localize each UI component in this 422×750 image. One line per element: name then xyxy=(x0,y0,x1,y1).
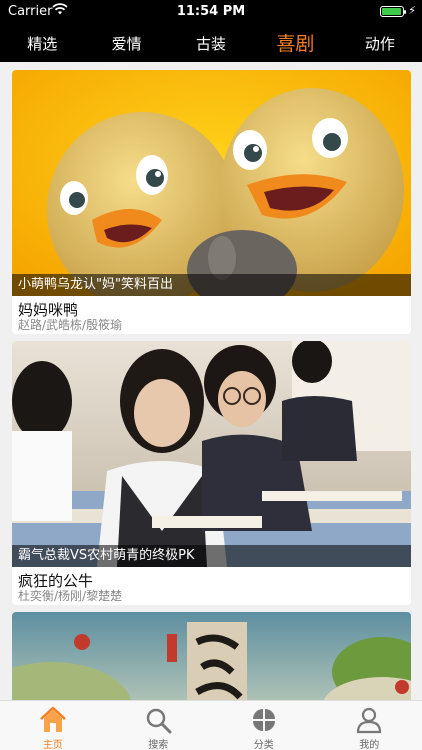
video-cast: 赵路/武皓栋/殷筱瑜 xyxy=(18,318,123,332)
tab-label: 搜索 xyxy=(148,740,169,750)
bottom-tab-bar: 主页 搜索 分类 我的 xyxy=(0,700,422,750)
tab-label: 我的 xyxy=(359,740,380,750)
category-tabs: 精选 爱情 古装 喜剧 动作 xyxy=(0,28,422,60)
video-caption: 小萌鸭乌龙认"妈"笑料百出 xyxy=(12,274,411,296)
video-thumbnail[interactable]: 小萌鸭乌龙认"妈"笑料百出 xyxy=(12,70,411,296)
clock-time: 11:54 PM xyxy=(176,4,246,19)
tab-search[interactable]: 搜索 xyxy=(106,701,212,750)
status-bar: Carrier 11:54 PM ⚡ xyxy=(0,0,422,22)
video-thumbnail[interactable]: 霸气总裁VS农村萌青的终极PK xyxy=(12,341,411,567)
video-caption: 霸气总裁VS农村萌青的终极PK xyxy=(12,545,411,567)
tab-category[interactable]: 分类 xyxy=(211,701,317,750)
tab-comedy[interactable]: 喜剧 xyxy=(253,28,337,60)
monster-poster-image xyxy=(12,612,411,700)
video-feed[interactable]: 小萌鸭乌龙认"妈"笑料百出 妈妈咪鸭 赵路/武皓栋/殷筱瑜 霸气总裁VS农村萌青… xyxy=(0,62,422,700)
video-card[interactable]: 霸气总裁VS农村萌青的终极PK 疯狂的公牛 杜奕衡/杨刚/黎楚楚 xyxy=(12,341,411,605)
video-card[interactable]: 小萌鸭乌龙认"妈"笑料百出 妈妈咪鸭 赵路/武皓栋/殷筱瑜 xyxy=(12,70,411,334)
category-icon xyxy=(252,709,275,731)
tab-label: 主页 xyxy=(42,740,63,750)
video-cast: 杜奕衡/杨刚/黎楚楚 xyxy=(18,589,123,603)
home-icon xyxy=(39,706,66,732)
tab-costume[interactable]: 古装 xyxy=(169,28,253,60)
video-card[interactable] xyxy=(12,612,411,700)
classroom-students-image xyxy=(12,341,411,567)
top-bar: Carrier 11:54 PM ⚡ 精选 爱情 古装 喜剧 动作 xyxy=(0,0,422,62)
cartoon-ducklings-image xyxy=(12,70,411,296)
tab-featured[interactable]: 精选 xyxy=(0,28,84,60)
video-title[interactable]: 疯狂的公牛 xyxy=(12,567,411,590)
battery-icon xyxy=(380,6,406,17)
search-icon xyxy=(147,708,172,734)
tab-home[interactable]: 主页 xyxy=(0,701,106,750)
tab-label: 分类 xyxy=(253,740,274,750)
tab-profile[interactable]: 我的 xyxy=(317,701,422,750)
profile-icon xyxy=(357,707,382,734)
video-title[interactable]: 妈妈咪鸭 xyxy=(12,296,411,319)
video-thumbnail[interactable] xyxy=(12,612,411,700)
tab-action[interactable]: 动作 xyxy=(338,28,422,60)
tab-romance[interactable]: 爱情 xyxy=(84,28,168,60)
charging-icon: ⚡ xyxy=(408,4,416,17)
